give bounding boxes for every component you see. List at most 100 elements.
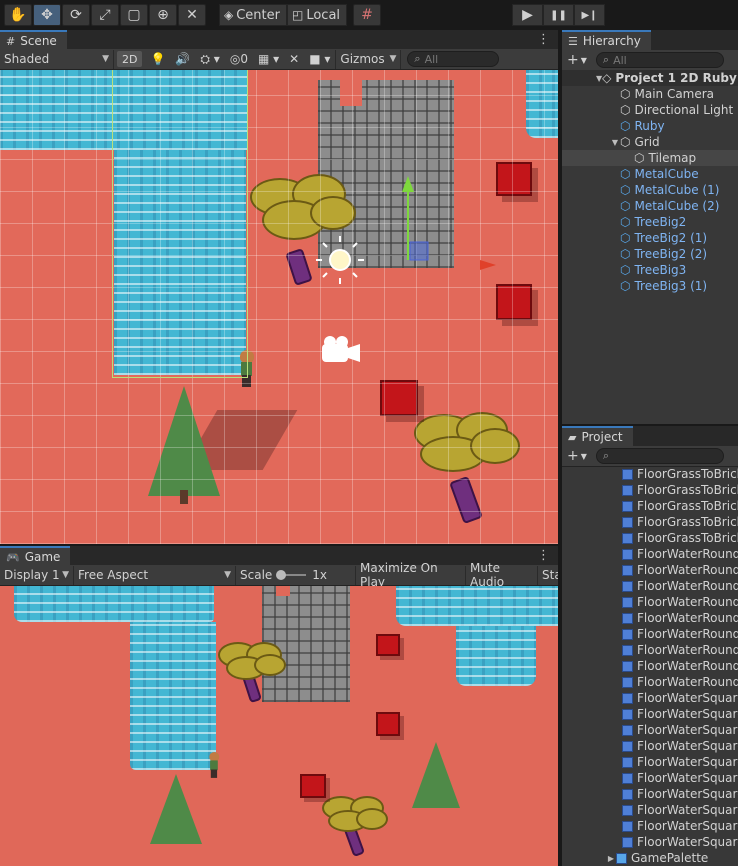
- expand-arrow-icon[interactable]: ▶: [606, 854, 616, 863]
- scene-menu-icon[interactable]: ⋮: [537, 32, 550, 47]
- scale-slider[interactable]: [276, 570, 307, 580]
- project-asset-item[interactable]: FloorWaterSquare: [562, 786, 738, 802]
- custom-tool-icon[interactable]: ✕: [178, 4, 206, 26]
- project-asset-label: FloorWaterRoundC: [637, 659, 738, 673]
- project-asset-item[interactable]: FloorWaterSquare: [562, 690, 738, 706]
- tile-asset-icon: [622, 612, 633, 624]
- grid-snap-icon[interactable]: #: [353, 4, 382, 26]
- create-asset-button[interactable]: + ▼: [562, 447, 592, 466]
- transform-tool-icon[interactable]: ⊕: [149, 4, 177, 26]
- scale-value: 1x: [312, 568, 328, 582]
- add-object-button[interactable]: + ▼: [562, 51, 592, 70]
- project-asset-item[interactable]: FloorWaterRoundC: [562, 626, 738, 642]
- display-dropdown[interactable]: Display 1 ▼: [0, 565, 74, 585]
- tab-hierarchy[interactable]: ☰ Hierarchy: [562, 30, 651, 50]
- project-asset-item[interactable]: FloorWaterSquare: [562, 770, 738, 786]
- tile-asset-icon: [622, 676, 633, 688]
- hierarchy-item[interactable]: ⬡ MetalCube (2): [562, 198, 738, 214]
- project-asset-item[interactable]: FloorWaterRoundC: [562, 610, 738, 626]
- gameobject-cube-icon: ⬡: [620, 87, 631, 101]
- hierarchy-scene-root[interactable]: ▼ ◇ Project 1 2D Ruby's: [562, 70, 738, 86]
- project-asset-item[interactable]: FloorWaterRoundC: [562, 546, 738, 562]
- gizmos-dropdown[interactable]: Gizmos ▼: [335, 49, 402, 69]
- rect-tool-icon[interactable]: ▢: [120, 4, 148, 26]
- toggle-2d-button[interactable]: 2D: [117, 51, 143, 67]
- project-asset-item[interactable]: FloorWaterSquare: [562, 754, 738, 770]
- chevron-down-icon: ▼: [102, 54, 109, 64]
- project-asset-item[interactable]: FloorWaterSquare: [562, 834, 738, 850]
- tab-project[interactable]: ▰ Project: [562, 426, 633, 446]
- project-asset-item[interactable]: FloorWaterSquare: [562, 802, 738, 818]
- prefab-cube-icon: ⬡: [620, 263, 631, 277]
- maximize-on-play-toggle[interactable]: Maximize On Play: [356, 561, 466, 589]
- lighting-icon[interactable]: 💡: [145, 50, 170, 69]
- hierarchy-search-input[interactable]: ⌕ All: [595, 52, 724, 68]
- hierarchy-item[interactable]: ⬡ TreeBig2: [562, 214, 738, 230]
- grid-toggle-icon[interactable]: ▦ ▾: [253, 50, 284, 69]
- visibility-toggle[interactable]: ◎ 0: [225, 50, 253, 69]
- game-viewport[interactable]: [0, 586, 558, 866]
- hand-tool-icon[interactable]: ✋: [4, 4, 32, 26]
- project-asset-item[interactable]: FloorWaterRoundC: [562, 674, 738, 690]
- game-menu-icon[interactable]: ⋮: [537, 548, 550, 563]
- aspect-dropdown[interactable]: Free Aspect ▼: [74, 565, 236, 585]
- project-palette-item[interactable]: ▶ GamePalette: [562, 850, 738, 866]
- hierarchy-item[interactable]: ⬡ TreeBig3 (1): [562, 278, 738, 294]
- tab-game[interactable]: 🎮 Game: [0, 546, 71, 566]
- project-asset-item[interactable]: FloorWaterRoundC: [562, 562, 738, 578]
- rotate-tool-icon[interactable]: ⟳: [62, 4, 90, 26]
- tile-asset-icon: [622, 788, 633, 800]
- scene-search-input[interactable]: ⌕ All: [407, 51, 500, 67]
- hierarchy-item[interactable]: ▼ ⬡ Grid: [562, 134, 738, 150]
- hierarchy-item[interactable]: ⬡ TreeBig2 (1): [562, 230, 738, 246]
- hierarchy-item[interactable]: ⬡ Ruby: [562, 118, 738, 134]
- project-asset-item[interactable]: FloorGrassToBrick: [562, 498, 738, 514]
- step-icon[interactable]: ▶❙: [574, 4, 605, 26]
- audio-icon[interactable]: 🔊: [170, 50, 195, 69]
- hierarchy-item[interactable]: ⬡ Main Camera: [562, 86, 738, 102]
- project-asset-label: FloorWaterSquare: [637, 771, 738, 785]
- scale-tool-icon[interactable]: ⤢: [91, 4, 119, 26]
- scale-label: Scale: [240, 568, 273, 582]
- project-asset-item[interactable]: FloorWaterRoundC: [562, 578, 738, 594]
- project-asset-item[interactable]: FloorWaterRoundC: [562, 642, 738, 658]
- pivot-local-button[interactable]: ◰ Local: [287, 4, 348, 26]
- hidden-count: 0: [240, 52, 248, 66]
- project-asset-item[interactable]: FloorWaterRoundC: [562, 594, 738, 610]
- project-asset-item[interactable]: FloorGrassToBrick: [562, 466, 738, 482]
- pivot-center-button[interactable]: ◈ Center: [219, 4, 287, 26]
- tools-icon[interactable]: ✕: [284, 50, 304, 69]
- pause-icon[interactable]: ❚❚: [543, 4, 574, 26]
- camera-icon[interactable]: ■ ▾: [304, 50, 335, 69]
- chevron-down-icon: ▼: [580, 451, 587, 461]
- move-tool-icon[interactable]: ✥: [33, 4, 61, 26]
- project-search-input[interactable]: ⌕: [595, 448, 724, 464]
- scale-slider-handle[interactable]: [276, 570, 287, 580]
- project-asset-label: FloorWaterRoundC: [637, 611, 738, 625]
- expand-arrow-icon[interactable]: ▼: [610, 138, 620, 147]
- project-asset-item[interactable]: FloorWaterSquare: [562, 706, 738, 722]
- scene-viewport[interactable]: [0, 70, 558, 544]
- project-asset-item[interactable]: FloorGrassToBrick: [562, 530, 738, 546]
- hierarchy-item[interactable]: ⬡ TreeBig3: [562, 262, 738, 278]
- camera-gizmo-icon: [322, 336, 360, 362]
- tab-scene[interactable]: # Scene: [0, 30, 67, 50]
- hierarchy-item[interactable]: ⬡ Tilemap: [562, 150, 738, 166]
- play-icon[interactable]: ▶: [512, 4, 543, 26]
- project-asset-item[interactable]: FloorWaterSquare: [562, 818, 738, 834]
- hierarchy-item[interactable]: ⬡ MetalCube (1): [562, 182, 738, 198]
- stats-toggle[interactable]: Sta: [538, 565, 558, 585]
- project-asset-item[interactable]: FloorWaterSquare: [562, 738, 738, 754]
- project-asset-item[interactable]: FloorGrassToBrick: [562, 482, 738, 498]
- project-asset-item[interactable]: FloorWaterSquare: [562, 722, 738, 738]
- prefab-cube-icon: ⬡: [620, 199, 631, 213]
- draw-mode-dropdown[interactable]: Shaded ▼: [0, 49, 114, 69]
- project-asset-item[interactable]: FloorWaterRoundC: [562, 658, 738, 674]
- mute-audio-toggle[interactable]: Mute Audio: [466, 561, 538, 589]
- project-asset-item[interactable]: FloorGrassToBrick: [562, 514, 738, 530]
- hierarchy-item[interactable]: ⬡ Directional Light: [562, 102, 738, 118]
- hierarchy-item[interactable]: ⬡ TreeBig2 (2): [562, 246, 738, 262]
- hierarchy-item[interactable]: ⬡ MetalCube: [562, 166, 738, 182]
- effects-icon[interactable]: ⛭ ▾: [195, 50, 224, 69]
- hierarchy-item-label: Tilemap: [648, 151, 697, 165]
